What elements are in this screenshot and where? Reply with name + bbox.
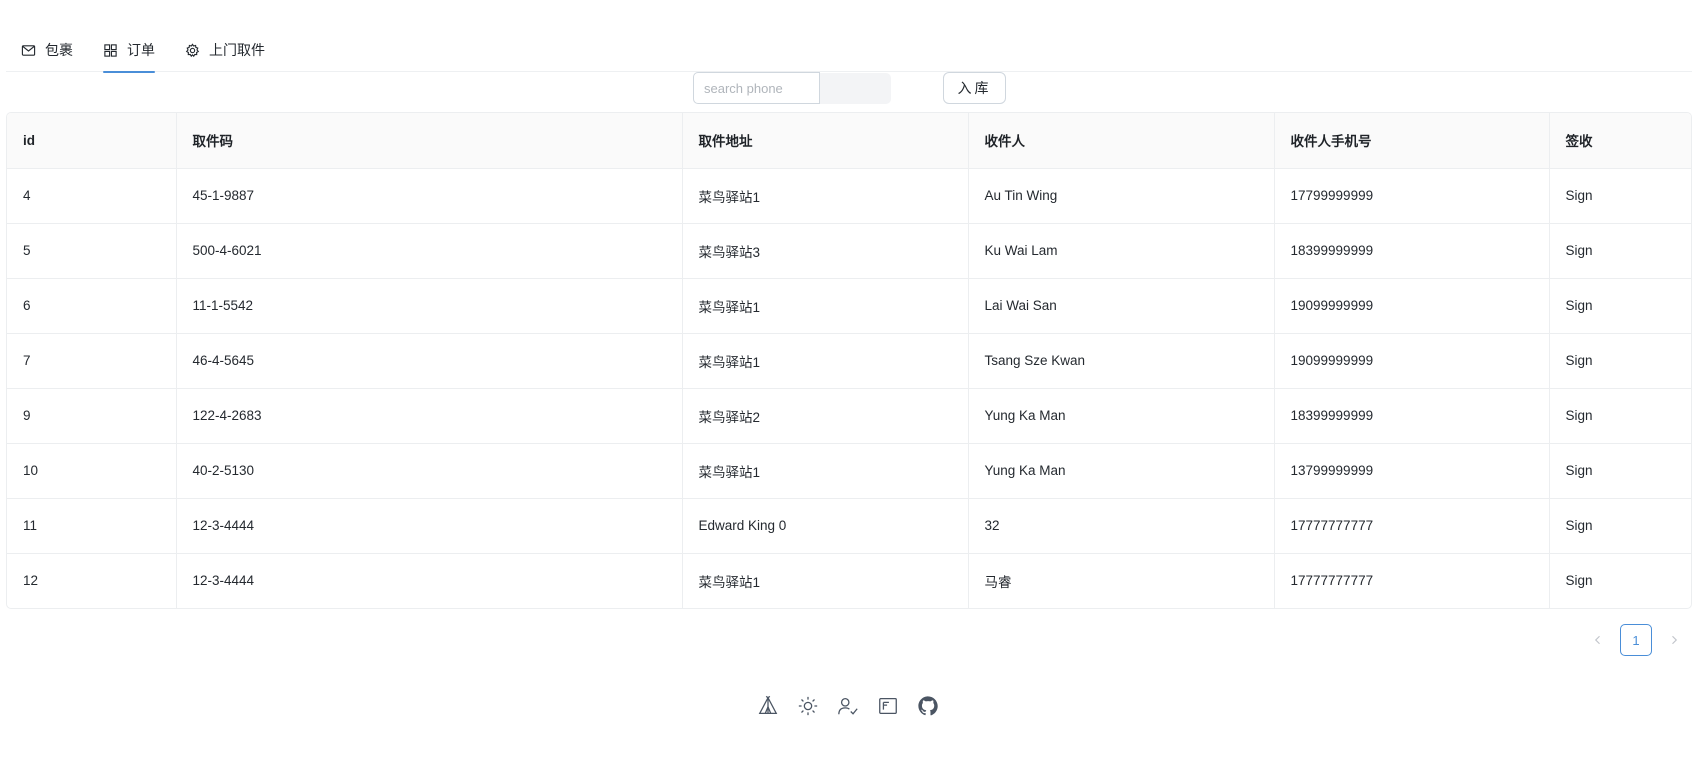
- cell-sign: Sign: [1549, 168, 1691, 224]
- cell-sign: Sign: [1549, 278, 1691, 334]
- cell-code: 500-4-6021: [176, 223, 683, 279]
- cell-recipient: Yung Ka Man: [968, 388, 1275, 444]
- mail-icon: [21, 44, 36, 56]
- page-button-current[interactable]: 1: [1620, 624, 1652, 656]
- cell-code: 40-2-5130: [176, 443, 683, 499]
- cell-address: Edward King 0: [682, 498, 969, 554]
- table-row: 4 45-1-9887 菜鸟驿站1 Au Tin Wing 1779999999…: [7, 168, 1691, 224]
- table-row: 6 11-1-5542 菜鸟驿站1 Lai Wai San 1909999999…: [7, 278, 1691, 334]
- sign-link[interactable]: Sign: [1566, 298, 1593, 313]
- sign-link[interactable]: Sign: [1566, 243, 1593, 258]
- column-header-phone: 收件人手机号: [1274, 113, 1550, 169]
- document-icon[interactable]: [876, 694, 900, 718]
- chevron-right-icon[interactable]: [1658, 624, 1690, 656]
- cell-recipient: Au Tin Wing: [968, 168, 1275, 224]
- cell-id: 7: [7, 333, 177, 389]
- tab-bar: 包裹 订单 上门取件: [6, 28, 1692, 73]
- table-row: 11 12-3-4444 Edward King 0 32 1777777777…: [7, 498, 1691, 554]
- cell-recipient: Yung Ka Man: [968, 443, 1275, 499]
- cell-id: 6: [7, 278, 177, 334]
- cell-code: 45-1-9887: [176, 168, 683, 224]
- cell-code: 122-4-2683: [176, 388, 683, 444]
- sign-link[interactable]: Sign: [1566, 188, 1593, 203]
- sign-link[interactable]: Sign: [1566, 463, 1593, 478]
- cell-sign: Sign: [1549, 223, 1691, 279]
- cell-id: 12: [7, 553, 177, 608]
- pagination: 1: [1582, 624, 1690, 656]
- footer-links: [756, 694, 940, 718]
- tab-label: 订单: [127, 42, 155, 58]
- cell-code: 46-4-5645: [176, 333, 683, 389]
- tab-label: 包裹: [45, 42, 73, 58]
- sign-link[interactable]: Sign: [1566, 573, 1593, 588]
- search-input[interactable]: [693, 72, 820, 104]
- table-row: 5 500-4-6021 菜鸟驿站3 Ku Wai Lam 1839999999…: [7, 223, 1691, 279]
- cell-recipient: 32: [968, 498, 1275, 554]
- cell-address: 菜鸟驿站3: [682, 223, 969, 279]
- user-check-icon[interactable]: [836, 694, 860, 718]
- cell-phone: 13799999999: [1274, 443, 1550, 499]
- cell-phone: 19099999999: [1274, 333, 1550, 389]
- cell-address: 菜鸟驿站1: [682, 553, 969, 608]
- cell-recipient: Ku Wai Lam: [968, 223, 1275, 279]
- table-row: 12 12-3-4444 菜鸟驿站1 马睿 17777777777 Sign: [7, 553, 1691, 608]
- sign-link[interactable]: Sign: [1566, 518, 1593, 533]
- cell-id: 10: [7, 443, 177, 499]
- cell-id: 9: [7, 388, 177, 444]
- cell-sign: Sign: [1549, 333, 1691, 389]
- tab-packages[interactable]: 包裹: [6, 28, 88, 72]
- cell-recipient: Tsang Sze Kwan: [968, 333, 1275, 389]
- chevron-left-icon[interactable]: [1582, 624, 1614, 656]
- cell-recipient: 马睿: [968, 553, 1275, 608]
- cell-phone: 19099999999: [1274, 278, 1550, 334]
- column-header-address: 取件地址: [682, 113, 969, 169]
- sign-link[interactable]: Sign: [1566, 353, 1593, 368]
- github-icon[interactable]: [916, 694, 940, 718]
- cell-recipient: Lai Wai San: [968, 278, 1275, 334]
- cell-sign: Sign: [1549, 388, 1691, 444]
- tab-label: 上门取件: [209, 42, 265, 58]
- sun-icon[interactable]: [796, 694, 820, 718]
- orders-table: id 取件码 取件地址 收件人 收件人手机号 签收 4 45-1-9887 菜鸟…: [6, 112, 1692, 609]
- cell-id: 5: [7, 223, 177, 279]
- table-header-row: id 取件码 取件地址 收件人 收件人手机号 签收: [7, 113, 1691, 169]
- search-button[interactable]: Search: [820, 73, 891, 104]
- cell-id: 4: [7, 168, 177, 224]
- column-header-id: id: [7, 113, 177, 169]
- grid-icon: [104, 43, 117, 57]
- cell-code: 11-1-5542: [176, 278, 683, 334]
- table-row: 9 122-4-2683 菜鸟驿站2 Yung Ka Man 183999999…: [7, 388, 1691, 444]
- cell-address: 菜鸟驿站1: [682, 443, 969, 499]
- cell-address: 菜鸟驿站2: [682, 388, 969, 444]
- cell-id: 11: [7, 498, 177, 554]
- cell-address: 菜鸟驿站1: [682, 333, 969, 389]
- cell-phone: 18399999999: [1274, 388, 1550, 444]
- cell-code: 12-3-4444: [176, 553, 683, 608]
- tent-icon[interactable]: [756, 694, 780, 718]
- table-row: 10 40-2-5130 菜鸟驿站1 Yung Ka Man 137999999…: [7, 443, 1691, 499]
- cell-phone: 17777777777: [1274, 498, 1550, 554]
- sign-link[interactable]: Sign: [1566, 408, 1593, 423]
- cell-sign: Sign: [1549, 443, 1691, 499]
- toolbar: Search 入库: [0, 72, 1701, 106]
- table-row: 7 46-4-5645 菜鸟驿站1 Tsang Sze Kwan 1909999…: [7, 333, 1691, 389]
- column-header-code: 取件码: [176, 113, 683, 169]
- inbound-button[interactable]: 入库: [943, 72, 1006, 104]
- column-header-sign: 签收: [1549, 113, 1691, 169]
- tab-pickup[interactable]: 上门取件: [170, 28, 280, 72]
- cell-sign: Sign: [1549, 553, 1691, 608]
- cell-sign: Sign: [1549, 498, 1691, 554]
- cell-phone: 18399999999: [1274, 223, 1550, 279]
- column-header-recipient: 收件人: [968, 113, 1275, 169]
- cell-phone: 17799999999: [1274, 168, 1550, 224]
- gear-icon: [185, 42, 200, 57]
- cell-code: 12-3-4444: [176, 498, 683, 554]
- cell-address: 菜鸟驿站1: [682, 278, 969, 334]
- cell-address: 菜鸟驿站1: [682, 168, 969, 224]
- cell-phone: 17777777777: [1274, 553, 1550, 608]
- tab-orders[interactable]: 订单: [88, 28, 170, 73]
